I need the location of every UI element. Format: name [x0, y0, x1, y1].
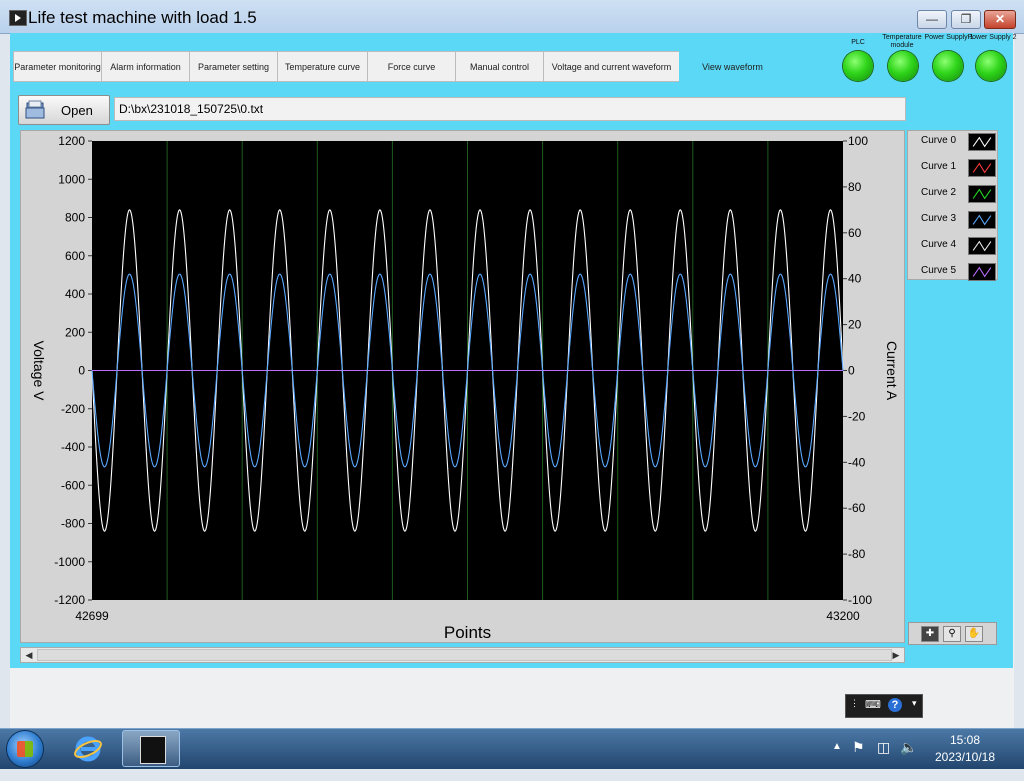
y-tick-label: -1200 — [54, 593, 85, 607]
plot-legend: Curve 0 Curve 1 Curve 2 Curve 3 Curve 4 … — [907, 130, 999, 281]
options-icon[interactable]: ▾ — [912, 698, 917, 709]
y2-tick-label: 60 — [848, 226, 862, 240]
show-hidden-icons-icon[interactable]: ▲ — [832, 741, 842, 781]
language-bar: ⋮ ⌨ ? ▾ — [845, 694, 923, 718]
volume-icon[interactable]: 🔈 — [900, 739, 917, 779]
y-tick-label: 1000 — [58, 172, 85, 186]
taskbar: ▲ ⚑ ◫ 🔈 15:08 2023/10/18 — [0, 728, 1024, 769]
x-axis-label: Points — [444, 623, 491, 642]
y-tick-label: -800 — [61, 517, 85, 531]
y2-tick-label: 100 — [848, 134, 868, 148]
y2-tick-label: -60 — [848, 501, 866, 515]
y-tick-label: -1000 — [54, 555, 85, 569]
y2-tick-label: 20 — [848, 318, 862, 332]
indicator-led-temperature-module — [888, 51, 918, 81]
y-tick-label: 400 — [65, 287, 85, 301]
legend-item-curve-3[interactable]: Curve 3 — [908, 210, 999, 234]
system-clock[interactable]: 15:08 2023/10/18 — [920, 732, 1010, 766]
help-icon[interactable]: ? — [888, 698, 902, 712]
legend-item-curve-1[interactable]: Curve 1 — [908, 158, 999, 182]
legend-item-curve-4[interactable]: Curve 4 — [908, 236, 999, 260]
y-tick-label: -200 — [61, 402, 85, 416]
tab-parameter-setting[interactable]: Parameter setting — [189, 51, 278, 82]
open-button[interactable]: Open — [18, 95, 110, 125]
window-titlebar: Life test machine with load 1.5 — ❐ ✕ — [0, 0, 1024, 34]
indicator-label-power-supply-2: Power Supply 2 — [967, 34, 1017, 41]
tab-parameter-monitoring[interactable]: Parameter monitoring — [13, 51, 102, 82]
y2-tick-label: 80 — [848, 180, 862, 194]
open-button-label: Open — [61, 103, 93, 118]
legend-swatch-curve-3 — [968, 211, 996, 229]
indicator-led-plc — [843, 51, 873, 81]
x-tick-label: 42699 — [75, 609, 109, 623]
app-icon — [9, 10, 27, 26]
y-tick-label: -400 — [61, 440, 85, 454]
y2-axis-label: Current A — [884, 341, 900, 401]
indicator-led-power-supply-1 — [933, 51, 963, 81]
y-tick-label: 200 — [65, 325, 85, 339]
waveform-graph[interactable]: 1200 1000 800 600 400 200 0 -200 -400 -600 -800 -10… — [20, 130, 905, 643]
indicator-led-power-supply-2 — [976, 51, 1006, 81]
indicator-label-temperature-module: Temperature module — [882, 34, 922, 49]
legend-item-curve-2[interactable]: Curve 2 — [908, 184, 999, 208]
y-tick-label: 800 — [65, 211, 85, 225]
waveform-plot[interactable]: 120010008006004002000-200-400-600-800-10… — [21, 131, 906, 644]
legend-swatch-curve-0 — [968, 133, 996, 151]
folder-open-icon — [25, 100, 45, 119]
y-axis-label: Voltage V — [31, 341, 47, 402]
minimize-icon: — — [926, 12, 938, 26]
graph-horizontal-scrollbar[interactable]: ◀ ▶ — [20, 647, 905, 663]
y-tick-label: 0 — [78, 364, 85, 378]
restore-button[interactable]: ❐ — [951, 10, 981, 29]
legend-item-curve-5[interactable]: Curve 5 — [908, 262, 999, 286]
file-path-field[interactable]: D:\bx\231018_150725\0.txt — [114, 97, 906, 121]
start-button[interactable] — [7, 731, 43, 767]
legend-swatch-curve-5 — [968, 263, 996, 281]
tab-voltage-current-waveform[interactable]: Voltage and current waveform — [543, 51, 680, 82]
internet-explorer-icon[interactable] — [73, 734, 103, 764]
minimize-button[interactable]: — — [917, 10, 947, 29]
y2-tick-label: 0 — [848, 364, 855, 378]
network-icon[interactable]: ◫ — [877, 739, 890, 779]
legend-item-curve-0[interactable]: Curve 0 — [908, 132, 999, 156]
tab-alarm-information[interactable]: Alarm information — [101, 51, 190, 82]
tab-temperature-curve[interactable]: Temperature curve — [277, 51, 368, 82]
scroll-left-arrow-icon[interactable]: ◀ — [22, 649, 36, 661]
close-icon: ✕ — [994, 12, 1006, 26]
window-title: Life test machine with load 1.5 — [28, 8, 257, 27]
y2-tick-label: -100 — [848, 593, 872, 607]
y2-tick-label: -20 — [848, 409, 866, 423]
taskbar-app-labview[interactable] — [122, 730, 180, 767]
y2-tick-label: -80 — [848, 547, 866, 561]
legend-swatch-curve-1 — [968, 159, 996, 177]
graph-palette: ✚ ⚲ ✋ — [908, 622, 997, 645]
restore-icon: ❐ — [960, 12, 972, 26]
grip-icon: ⋮ — [850, 698, 859, 708]
y-tick-label: 1200 — [58, 134, 85, 148]
scroll-right-arrow-icon[interactable]: ▶ — [889, 649, 903, 661]
y2-tick-label: 40 — [848, 272, 862, 286]
scroll-thumb[interactable] — [37, 649, 892, 661]
y-tick-label: -600 — [61, 478, 85, 492]
cursor-tool-icon[interactable]: ✚ — [921, 626, 939, 642]
legend-swatch-curve-2 — [968, 185, 996, 203]
pan-tool-icon[interactable]: ✋ — [965, 626, 983, 642]
y-tick-label: 600 — [65, 249, 85, 263]
tab-manual-control[interactable]: Manual control — [455, 51, 544, 82]
close-button[interactable]: ✕ — [984, 10, 1016, 29]
clock-time: 15:08 — [949, 733, 981, 747]
keyboard-icon[interactable]: ⌨ — [865, 698, 881, 711]
labview-app-icon — [140, 736, 166, 764]
tab-force-curve[interactable]: Force curve — [367, 51, 456, 82]
tab-view-waveform[interactable]: View waveform — [679, 51, 786, 82]
legend-swatch-curve-4 — [968, 237, 996, 255]
zoom-tool-icon[interactable]: ⚲ — [943, 626, 961, 642]
y2-tick-label: -40 — [848, 455, 866, 469]
indicator-label-plc: PLC — [851, 39, 865, 46]
x-tick-label: 43200 — [826, 609, 860, 623]
clock-date: 2023/10/18 — [934, 750, 996, 764]
action-center-flag-icon[interactable]: ⚑ — [852, 739, 865, 779]
